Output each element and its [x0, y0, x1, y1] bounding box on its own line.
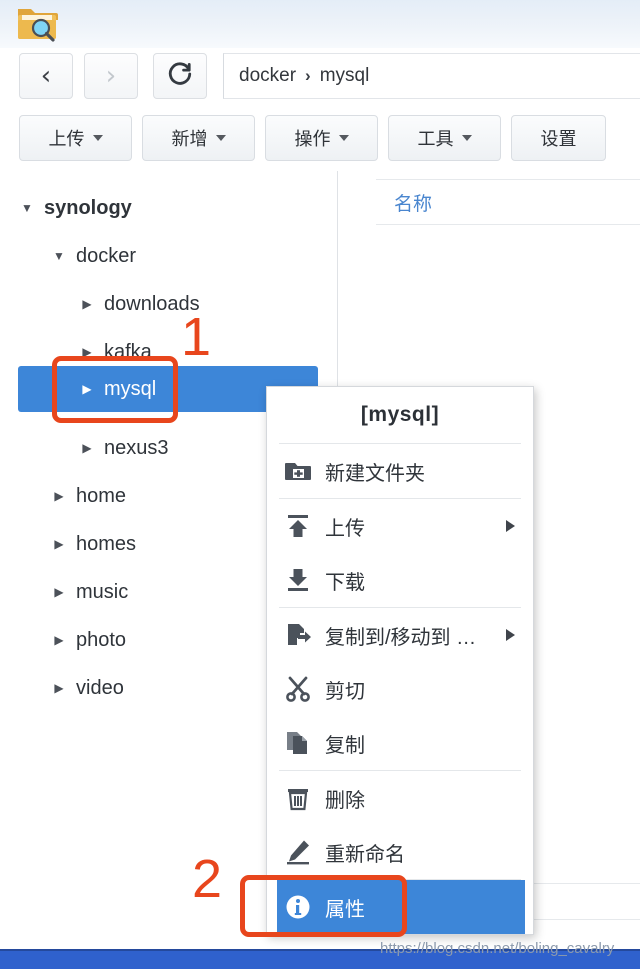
sidebar-item-label: kafka [104, 340, 152, 363]
sidebar-item-video[interactable]: ▶ video [50, 665, 124, 711]
submenu-arrow-icon [506, 520, 515, 532]
chevron-right-icon[interactable]: ▶ [50, 538, 68, 550]
upload-icon [283, 511, 313, 541]
breadcrumb[interactable]: docker › mysql [223, 53, 640, 99]
annotation-number-1: 1 [181, 307, 212, 367]
chevron-right-icon: › [105, 61, 117, 91]
copy-move-to-icon [283, 620, 313, 650]
sidebar-item-home[interactable]: ▶ home [50, 473, 126, 519]
menu-item-label: 上传 [325, 517, 365, 540]
column-header-name[interactable]: 名称 [394, 189, 432, 216]
watermark: https://blog.csdn.net/boling_cavalry [380, 940, 615, 957]
sidebar-item-music[interactable]: ▶ music [50, 569, 128, 615]
chevron-right-icon[interactable]: ▶ [50, 586, 68, 598]
sidebar-item-homes[interactable]: ▶ homes [50, 521, 136, 567]
menu-item-properties[interactable]: 属性 [277, 880, 525, 934]
sidebar-item-label: synology [44, 196, 132, 219]
sidebar-item-label: photo [76, 628, 127, 651]
sidebar-item-label: homes [76, 532, 137, 555]
chevron-down-icon [338, 135, 349, 141]
chevron-right-icon[interactable]: ▶ [78, 442, 96, 454]
menu-item-label: 新建文件夹 [325, 462, 425, 485]
chevron-right-icon[interactable]: ▶ [50, 634, 68, 646]
sidebar-item-docker[interactable]: ▼ docker [50, 233, 136, 279]
file-station-window: ‹ › docker › mysql 上传 新增 操作 工具 设置 ▼ syno… [0, 0, 640, 969]
back-button[interactable]: ‹ [19, 53, 73, 99]
window-titlebar [0, 0, 640, 48]
menu-item-copy[interactable]: 复制 [267, 716, 533, 770]
toolbar-button-create[interactable]: 新增 [142, 115, 255, 161]
menu-item-new-folder[interactable]: 新建文件夹 [267, 444, 533, 498]
breadcrumb-item-0[interactable]: docker [239, 65, 296, 87]
sidebar-item-label: home [76, 484, 127, 507]
sidebar-item-label: nexus3 [104, 436, 169, 459]
chevron-down-icon[interactable]: ▼ [50, 250, 68, 262]
menu-item-cut[interactable]: 剪切 [267, 662, 533, 716]
chevron-left-icon: ‹ [40, 61, 52, 91]
menu-item-label: 删除 [325, 789, 365, 812]
chevron-down-icon [215, 135, 226, 141]
annotation-number-2: 2 [192, 849, 223, 909]
refresh-button[interactable] [153, 53, 207, 99]
toolbar-button-upload[interactable]: 上传 [19, 115, 132, 161]
menu-item-label: 下载 [325, 571, 365, 594]
download-icon [283, 565, 313, 595]
sidebar-item-label: music [76, 580, 129, 603]
menu-item-rename[interactable]: 重新命名 [267, 825, 533, 879]
forward-button[interactable]: › [84, 53, 138, 99]
sidebar-item-label: video [76, 676, 124, 699]
toolbar-button-settings[interactable]: 设置 [511, 115, 606, 161]
sidebar-item-label: docker [76, 244, 137, 267]
toolbar-button-label: 操作 [294, 129, 331, 149]
file-list-header: 名称 [376, 179, 640, 225]
sidebar-item-nexus3[interactable]: ▶ nexus3 [78, 425, 169, 471]
refresh-icon [167, 61, 193, 92]
menu-item-copy-move-to[interactable]: 复制到/移动到 … [267, 608, 533, 662]
toolbar-button-label: 设置 [540, 129, 577, 149]
menu-item-delete[interactable]: 删除 [267, 771, 533, 825]
chevron-down-icon [461, 135, 472, 141]
file-station-folder-search-icon [16, 3, 58, 43]
toolbar-button-action[interactable]: 操作 [265, 115, 378, 161]
toolbar-button-tools[interactable]: 工具 [388, 115, 501, 161]
toolbar-button-label: 工具 [417, 129, 454, 149]
toolbar-button-label: 上传 [48, 129, 85, 149]
menu-item-label: 重新命名 [325, 843, 405, 866]
menu-item-label: 复制到/移动到 … [325, 626, 477, 649]
scissors-icon [283, 674, 313, 704]
menu-item-label: 复制 [325, 734, 365, 757]
chevron-right-icon[interactable]: ▶ [78, 298, 96, 310]
toolbar-button-label: 新增 [171, 129, 208, 149]
chevron-right-icon[interactable]: ▶ [50, 490, 68, 502]
menu-item-upload[interactable]: 上传 [267, 499, 533, 553]
breadcrumb-item-1[interactable]: mysql [320, 65, 370, 87]
menu-item-label: 属性 [325, 898, 365, 921]
pencil-icon [283, 837, 313, 867]
submenu-arrow-icon [506, 629, 515, 641]
chevron-down-icon[interactable]: ▼ [18, 202, 36, 214]
sidebar-item-photo[interactable]: ▶ photo [50, 617, 126, 663]
chevron-down-icon [92, 135, 103, 141]
sidebar-item-synology[interactable]: ▼ synology [18, 185, 132, 231]
chevron-right-icon[interactable]: ▶ [78, 346, 96, 358]
new-folder-icon [283, 456, 313, 486]
chevron-right-icon[interactable]: ▶ [78, 383, 96, 395]
menu-item-label: 剪切 [325, 680, 365, 703]
trash-icon [283, 783, 313, 813]
chevron-right-icon: › [305, 66, 311, 85]
menu-item-download[interactable]: 下载 [267, 553, 533, 607]
sidebar-item-label: mysql [104, 377, 157, 400]
context-menu-title: [mysql] [360, 403, 440, 426]
context-menu: [mysql] 新建文件夹 上传 下载 复制到/移动到 … 剪切 复制 删除 重… [266, 386, 534, 935]
chevron-right-icon[interactable]: ▶ [50, 682, 68, 694]
info-icon [283, 892, 313, 922]
copy-icon [283, 728, 313, 758]
